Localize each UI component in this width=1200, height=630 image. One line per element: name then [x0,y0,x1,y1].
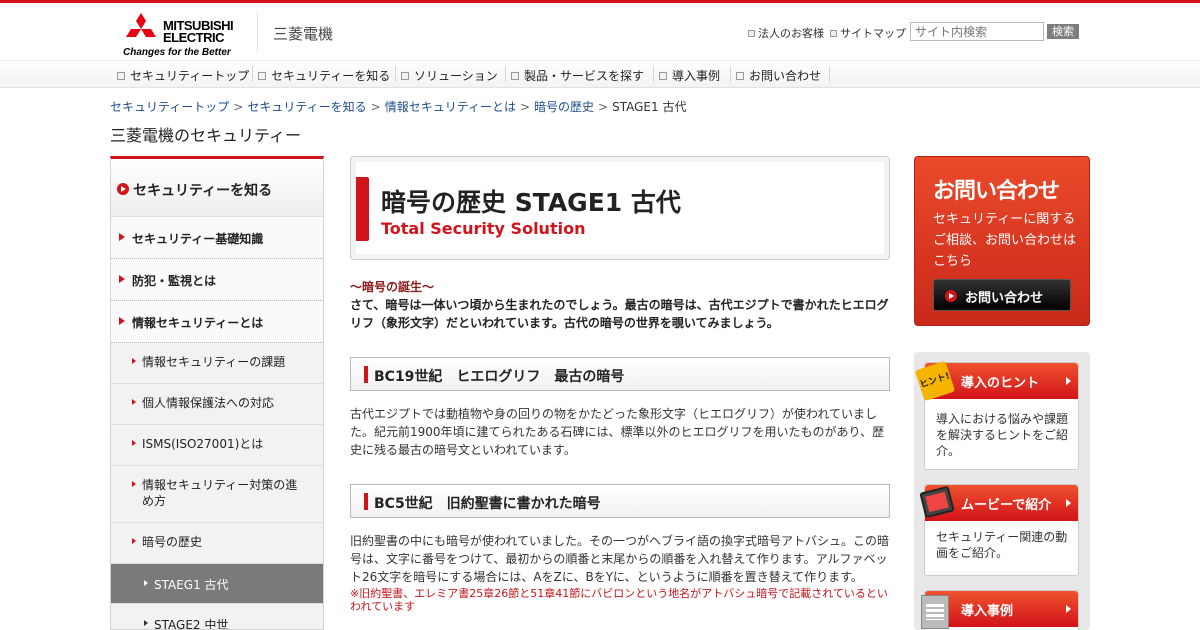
section-text: 旧約聖書の中にも暗号が使われていました。その一つがヘブライ語の換字式暗号アトバシ… [350,534,890,584]
section-note: ※旧約聖書、エレミア書25章26節と51章41節にバビロンという地名がアトバシュ… [350,587,888,613]
sidebar-item-stage1[interactable]: STAEG1 古代 [111,564,323,604]
contact-button[interactable]: お問い合わせ [933,279,1071,311]
breadcrumb-current: STAGE1 古代 [612,100,687,114]
play-circle-icon [117,183,129,195]
contact-banner[interactable]: お問い合わせ セキュリティーに関するご相談、お問い合わせはこちら お問い合わせ [914,156,1090,326]
sidebar-item-issues[interactable]: 情報セキュリティーの課題 [111,343,323,384]
triangle-right-icon [119,317,125,325]
breadcrumb-link[interactable]: セキュリティーを知る [247,100,366,114]
square-bullet-icon [117,72,125,80]
breadcrumb-link[interactable]: 暗号の歴史 [534,100,594,114]
square-bullet-icon [748,30,755,37]
card-header: 導入事例 [921,591,1078,629]
breadcrumb: セキュリティートップ > セキュリティーを知る > 情報セキュリティーとは > 暗号の歴史 >… [110,100,687,114]
mitsubishi-logo[interactable]: MITSUBISHI ELECTRIC Changes for the Bett… [123,13,243,61]
gnav-separator [505,66,506,82]
building-icon [921,595,949,629]
square-bullet-icon [736,72,744,80]
sidebar-item-measures[interactable]: 情報セキュリティー対策の進め方 [111,466,323,523]
logo-divider [257,13,258,51]
triangle-right-icon [132,481,136,487]
triangle-right-icon [132,440,136,446]
gnav-item-security-top[interactable]: セキュリティートップ [117,67,249,84]
tablet-video-icon [919,485,955,519]
square-bullet-icon [511,72,519,80]
triangle-right-icon [1066,605,1071,613]
lead-heading: ～暗号の誕生～ [350,280,435,294]
gnav-item-know-security[interactable]: セキュリティーを知る [258,67,390,84]
promo-cards: ヒント! 導入のヒント 導入における悩みや課題を解決するヒントをご紹介。 ムービ… [914,352,1090,630]
triangle-right-icon [132,358,136,364]
search-button[interactable]: 検索 [1047,24,1079,39]
section-heading: BC5世紀 旧約聖書に書かれた暗号 [350,484,890,518]
gnav-item-solutions[interactable]: ソリューション [401,67,498,84]
page-title: 暗号の歴史 STAGE1 古代 [381,188,681,217]
card-text: セキュリティー関連の動画をご紹介。 [936,530,1068,560]
page-subtitle: Total Security Solution [381,219,586,238]
card-header: ムービーで紹介 [919,485,1078,521]
sidebar-item-privacy-law[interactable]: 個人情報保護法への対応 [111,384,323,425]
card-header: ヒント! 導入のヒント [914,360,1078,402]
sidebar-item-crypto-history[interactable]: 暗号の歴史 [111,523,323,564]
heading-accent-bar [364,366,368,383]
card-movie[interactable]: ムービーで紹介 セキュリティー関連の動画をご紹介。 [919,484,1079,576]
card-text: 導入における悩みや課題を解決するヒントをご紹介。 [936,412,1069,458]
heading-accent-bar [364,493,368,510]
section-text: 古代エジプトでは動植物や身の回りの物をかたどった象形文字（ヒエログリフ）が使われ… [350,407,885,457]
sidebar-item-isms[interactable]: ISMS(ISO27001)とは [111,425,323,466]
square-bullet-icon [659,72,667,80]
triangle-right-icon [144,620,148,626]
contact-title: お問い合わせ [933,179,1060,204]
gnav-item-case-studies[interactable]: 導入事例 [659,67,720,84]
logo-line-2: ELECTRIC [163,30,225,45]
card-hints[interactable]: ヒント! 導入のヒント 導入における悩みや課題を解決するヒントをご紹介。 [914,360,1079,470]
util-link-corporate[interactable]: 法人のお客様 [748,25,824,41]
logo-tagline: Changes for the Better [123,47,231,58]
util-link-sitemap[interactable]: サイトマップ [830,25,906,41]
sidebar: セキュリティーを知る セキュリティー基礎知識 防犯・監視とは 情報セキュリティー… [110,156,324,630]
triangle-right-icon [144,580,148,586]
triangle-right-icon [1066,377,1071,385]
lead-text: さて、暗号は一体いつ頃から生まれたのでしょう。最古の暗号は、古代エジプトで書かれ… [350,298,889,330]
sidebar-heading[interactable]: セキュリティーを知る [111,159,323,217]
site-title: 三菱電機のセキュリティー [110,126,302,145]
card-case-studies[interactable]: 導入事例 [921,590,1079,630]
gnav-separator [730,66,731,82]
triangle-right-icon [119,233,125,241]
breadcrumb-link[interactable]: 情報セキュリティーとは [385,100,516,114]
three-diamonds-icon [126,13,156,37]
brand-name: 三菱電機 [273,25,334,43]
section-heading: BC19世紀 ヒエログリフ 最古の暗号 [350,357,890,391]
search-input[interactable] [910,22,1044,41]
global-nav: セキュリティートップ セキュリティーを知る ソリューション 製品・サービスを探す… [0,60,1200,88]
square-bullet-icon [830,30,837,37]
gnav-item-products[interactable]: 製品・サービスを探す [511,67,644,84]
square-bullet-icon [401,72,409,80]
contact-desc: セキュリティーに関するご相談、お問い合わせはこちら [933,212,1077,269]
triangle-right-icon [132,538,136,544]
triangle-right-icon [119,275,125,283]
gnav-separator [653,66,654,82]
site-header: MITSUBISHI ELECTRIC Changes for the Bett… [0,3,1200,60]
gnav-separator [829,66,830,82]
hint-badge-icon: ヒント! [914,360,956,402]
triangle-right-icon [132,399,136,405]
sidebar-item-basics[interactable]: セキュリティー基礎知識 [111,217,323,259]
title-accent-bar [356,177,369,241]
gnav-separator [395,66,396,82]
gnav-separator [252,66,253,82]
breadcrumb-link[interactable]: セキュリティートップ [110,100,229,114]
gnav-item-contact[interactable]: お問い合わせ [736,67,821,84]
sidebar-item-crime-prevention[interactable]: 防犯・監視とは [111,259,323,301]
play-circle-icon [945,290,957,302]
sidebar-item-stage2[interactable]: STAGE2 中世 [111,604,323,629]
square-bullet-icon [258,72,266,80]
page-title-box: 暗号の歴史 STAGE1 古代 Total Security Solution [350,156,890,260]
triangle-right-icon [1066,499,1071,507]
sidebar-item-info-security[interactable]: 情報セキュリティーとは [111,301,323,343]
